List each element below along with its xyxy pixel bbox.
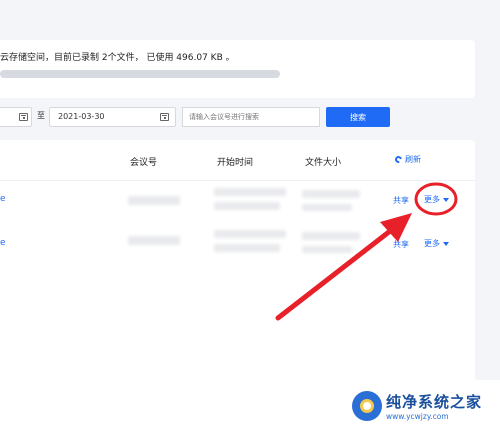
start-time-cell <box>214 188 286 196</box>
watermark-title: 纯净系统之家 <box>386 393 483 411</box>
filter-bar: 至 2021-03-30 搜索 <box>0 107 500 129</box>
end-date-input[interactable]: 2021-03-30 <box>49 107 176 127</box>
table-header: 会议号 开始时间 文件大小 刷新 <box>0 140 475 181</box>
watermark-url: www.ycwjzy.com <box>386 412 449 421</box>
start-time-cell <box>214 230 286 238</box>
more-label: 更多 <box>424 195 440 204</box>
end-date-value: 2021-03-30 <box>58 112 105 121</box>
search-button[interactable]: 搜索 <box>326 107 390 127</box>
meeting-search-input[interactable] <box>182 107 320 127</box>
column-header-start-time: 开始时间 <box>217 158 254 168</box>
recordings-table: 会议号 开始时间 文件大小 刷新 e 共享 更多 e 共享 更多 <box>0 140 475 380</box>
calendar-icon[interactable] <box>19 113 28 121</box>
share-link[interactable]: 共享 <box>393 239 409 250</box>
refresh-label: 刷新 <box>405 155 421 164</box>
start-time-cell <box>214 202 280 210</box>
more-dropdown[interactable]: 更多 <box>424 238 449 249</box>
table-row: e 共享 更多 <box>0 224 475 268</box>
recording-name-link[interactable]: e <box>0 194 6 204</box>
date-range-separator: 至 <box>37 111 45 120</box>
caret-down-icon <box>443 197 449 202</box>
site-watermark: 纯净系统之家 www.ycwjzy.com <box>352 388 496 424</box>
start-time-cell <box>214 244 280 252</box>
refresh-button[interactable]: 刷新 <box>393 154 421 165</box>
meeting-id-cell <box>128 196 180 205</box>
file-size-cell <box>302 190 360 198</box>
storage-progress-fill <box>0 70 280 78</box>
more-dropdown[interactable]: 更多 <box>424 194 449 205</box>
watermark-text: 纯净系统之家 www.ycwjzy.com <box>386 391 482 421</box>
table-row: e 共享 更多 <box>0 180 475 224</box>
column-header-file-size: 文件大小 <box>305 158 342 168</box>
logo-inner <box>360 399 374 413</box>
file-size-cell <box>302 232 360 240</box>
column-header-meeting-id: 会议号 <box>130 158 158 168</box>
watermark-logo-icon <box>352 391 382 421</box>
storage-info-text: 云存储空间，目前已录制 2个文件， 已使用 496.07 KB 。 <box>0 53 235 63</box>
storage-info-card: 云存储空间，目前已录制 2个文件， 已使用 496.07 KB 。 <box>0 40 475 98</box>
top-background <box>0 0 500 28</box>
storage-progress-bar <box>0 70 280 78</box>
calendar-icon[interactable] <box>160 113 169 121</box>
share-link[interactable]: 共享 <box>393 195 409 206</box>
file-size-cell <box>302 204 352 211</box>
meeting-id-cell <box>128 236 180 245</box>
start-date-input[interactable] <box>0 107 32 127</box>
more-label: 更多 <box>424 239 440 248</box>
file-size-cell <box>302 246 352 253</box>
refresh-icon <box>393 154 404 165</box>
caret-down-icon <box>443 241 449 246</box>
recording-name-link[interactable]: e <box>0 238 6 248</box>
